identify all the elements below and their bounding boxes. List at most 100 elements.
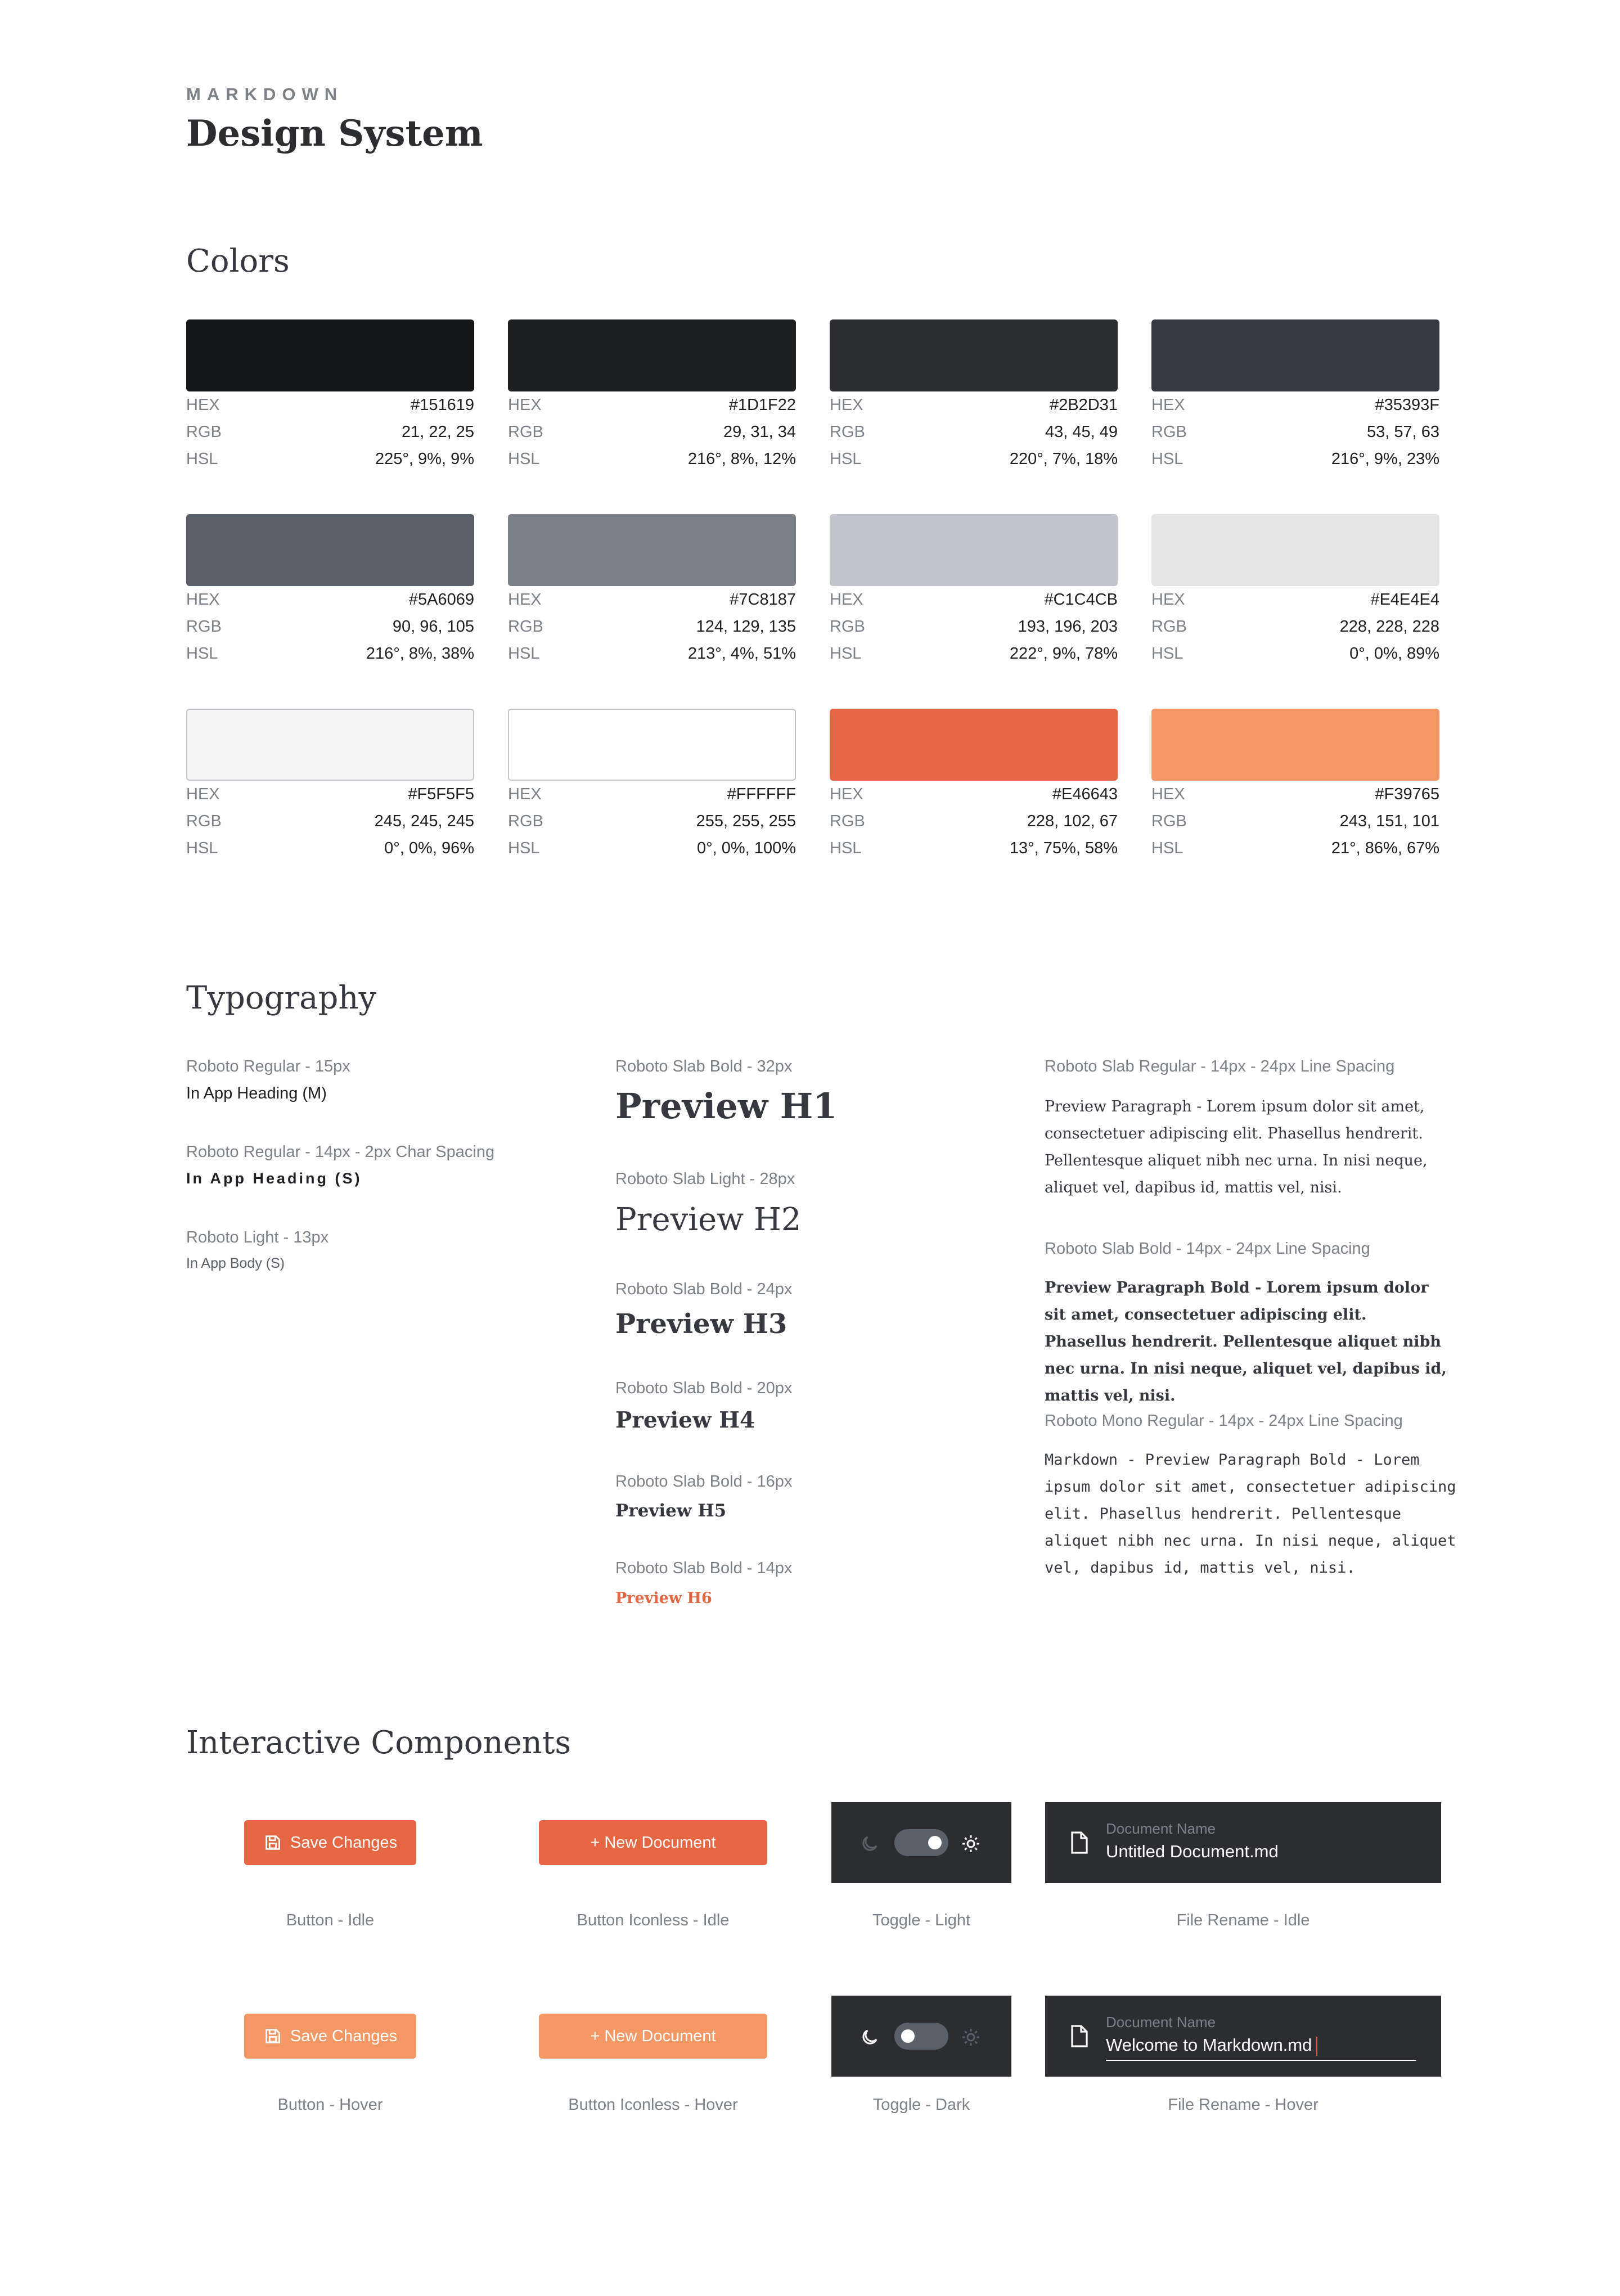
- color-hsl-value: 21°, 86%, 67%: [1331, 839, 1439, 857]
- color-card: HEX #151619 RGB 21, 22, 25 HSL 225°, 9%, 9%: [186, 319, 474, 472]
- color-hsl-key: HSL: [1151, 450, 1184, 468]
- color-hex-value: #E46643: [1052, 785, 1118, 803]
- color-rgb-value: 228, 228, 228: [1339, 618, 1439, 636]
- type-sample-h4: Preview H4: [615, 1407, 755, 1433]
- sun-icon: [962, 1835, 979, 1852]
- color-rgb-row: RGB 29, 31, 34: [508, 418, 796, 445]
- color-hsl-value: 222°, 9%, 78%: [1009, 645, 1118, 663]
- color-rgb-key: RGB: [186, 812, 222, 830]
- color-hsl-value: 0°, 0%, 89%: [1349, 645, 1439, 663]
- document-name-input[interactable]: Welcome to Markdown.md: [1106, 2035, 1318, 2056]
- color-hex-row: HEX #151619: [186, 391, 474, 418]
- color-rgb-row: RGB 53, 57, 63: [1151, 418, 1439, 445]
- color-card: HEX #7C8187 RGB 124, 129, 135 HSL 213°, 4%, 5…: [508, 514, 796, 667]
- color-hsl-value: 220°, 7%, 18%: [1009, 450, 1118, 468]
- color-hsl-row: HSL 13°, 75%, 58%: [830, 835, 1118, 862]
- color-rgb-key: RGB: [1151, 618, 1187, 636]
- color-hex-value: #7C8187: [730, 591, 796, 609]
- color-hex-value: #151619: [411, 396, 474, 414]
- color-hsl-value: 216°, 8%, 38%: [366, 645, 474, 663]
- color-rgb-key: RGB: [508, 423, 543, 441]
- color-card: HEX #2B2D31 RGB 43, 45, 49 HSL 220°, 7%, 18%: [830, 319, 1118, 472]
- color-hsl-value: 13°, 75%, 58%: [1009, 839, 1118, 857]
- type-label: Roboto Slab Bold - 24px: [615, 1280, 793, 1298]
- color-rgb-row: RGB 43, 45, 49: [830, 418, 1118, 445]
- color-swatch: [186, 319, 474, 391]
- color-hsl-row: HSL 21°, 86%, 67%: [1151, 835, 1439, 862]
- color-rgb-key: RGB: [1151, 812, 1187, 830]
- moon-icon: [862, 2029, 878, 2045]
- toggle-switch[interactable]: [894, 1829, 948, 1856]
- new-document-button-hover[interactable]: + New Document: [539, 2014, 767, 2059]
- moon-icon: [862, 1836, 878, 1851]
- file-rename-idle[interactable]: Document Name Untitled Document.md: [1045, 1802, 1441, 1883]
- type-label: Roboto Slab Bold - 20px: [615, 1379, 793, 1397]
- save-changes-button[interactable]: Save Changes: [244, 1820, 416, 1865]
- save-icon: [266, 1835, 280, 1850]
- color-hsl-row: HSL 0°, 0%, 89%: [1151, 640, 1439, 667]
- color-card: HEX #F5F5F5 RGB 245, 245, 245 HSL 0°, 0%, 96%: [186, 709, 474, 862]
- file-rename-hover[interactable]: Document Name Welcome to Markdown.md: [1045, 1996, 1441, 2077]
- new-document-label: + New Document: [590, 1833, 716, 1852]
- color-swatch: [830, 319, 1118, 391]
- color-hex-value: #C1C4CB: [1044, 591, 1118, 609]
- color-hsl-key: HSL: [830, 450, 862, 468]
- color-rgb-key: RGB: [508, 812, 543, 830]
- toggle-switch[interactable]: [894, 2023, 948, 2050]
- color-rgb-key: RGB: [186, 423, 222, 441]
- color-hsl-value: 0°, 0%, 96%: [384, 839, 474, 857]
- color-rgb-value: 228, 102, 67: [1027, 812, 1118, 830]
- document-name-value: Welcome to Markdown.md: [1106, 2035, 1312, 2055]
- color-hsl-row: HSL 216°, 9%, 23%: [1151, 445, 1439, 472]
- color-swatch: [186, 709, 474, 781]
- color-hsl-row: HSL 222°, 9%, 78%: [830, 640, 1118, 667]
- color-rgb-row: RGB 245, 245, 245: [186, 808, 474, 835]
- color-hsl-row: HSL 216°, 8%, 38%: [186, 640, 474, 667]
- color-hex-key: HEX: [1151, 785, 1185, 803]
- color-hex-value: #1D1F22: [728, 396, 796, 414]
- color-hex-value: #F5F5F5: [408, 785, 474, 803]
- color-rgb-value: 245, 245, 245: [374, 812, 474, 830]
- color-rgb-row: RGB 90, 96, 105: [186, 613, 474, 640]
- save-changes-button-hover[interactable]: Save Changes: [244, 2014, 416, 2059]
- caption: Button - Hover: [277, 2096, 383, 2114]
- new-document-button[interactable]: + New Document: [539, 1820, 767, 1865]
- type-sample-app-heading-m: In App Heading (M): [186, 1084, 327, 1102]
- type-label: Roboto Slab Bold - 16px: [615, 1473, 793, 1491]
- section-title-components: Interactive Components: [186, 1725, 572, 1761]
- color-swatch: [1151, 319, 1439, 391]
- color-rgb-value: 255, 255, 255: [696, 812, 796, 830]
- color-card: HEX #1D1F22 RGB 29, 31, 34 HSL 216°, 8%, 12%: [508, 319, 796, 472]
- color-card: HEX #E4E4E4 RGB 228, 228, 228 HSL 0°, 0%, 89%: [1151, 514, 1439, 667]
- color-hex-row: HEX #2B2D31: [830, 391, 1118, 418]
- document-icon: [1071, 1831, 1088, 1854]
- color-hsl-key: HSL: [508, 645, 540, 663]
- type-sample-h5: Preview H5: [615, 1501, 727, 1521]
- type-sample-h1: Preview H1: [615, 1086, 838, 1127]
- document-name-label: Document Name: [1106, 1820, 1216, 1837]
- color-hsl-row: HSL 0°, 0%, 100%: [508, 835, 796, 862]
- type-sample-paragraph: Preview Paragraph - Lorem ipsum dolor si…: [1045, 1098, 1428, 1196]
- color-hex-row: HEX #E4E4E4: [1151, 586, 1439, 613]
- color-hsl-key: HSL: [1151, 645, 1184, 663]
- color-rgb-value: 193, 196, 203: [1018, 618, 1118, 636]
- color-hex-value: #35393F: [1375, 396, 1440, 414]
- type-sample-app-body: In App Body (S): [186, 1255, 285, 1271]
- color-rgb-row: RGB 193, 196, 203: [830, 613, 1118, 640]
- color-hex-key: HEX: [508, 785, 542, 803]
- type-sample-app-heading-s: In App Heading (S): [186, 1170, 362, 1187]
- color-rgb-value: 43, 45, 49: [1045, 423, 1118, 441]
- save-icon: [266, 2029, 280, 2043]
- color-hex-value: #5A6069: [408, 591, 474, 609]
- caption: Toggle - Dark: [872, 2096, 970, 2114]
- sun-icon: [962, 2029, 979, 2046]
- color-hex-key: HEX: [186, 591, 220, 609]
- color-rgb-row: RGB 243, 151, 101: [1151, 808, 1439, 835]
- color-hex-value: #F39765: [1375, 785, 1440, 803]
- input-underline: [1106, 2060, 1416, 2061]
- caption: File Rename - Hover: [1168, 2096, 1318, 2114]
- color-hsl-row: HSL 0°, 0%, 96%: [186, 835, 474, 862]
- color-rgb-value: 53, 57, 63: [1367, 423, 1439, 441]
- color-rgb-value: 21, 22, 25: [402, 423, 474, 441]
- color-hsl-row: HSL 216°, 8%, 12%: [508, 445, 796, 472]
